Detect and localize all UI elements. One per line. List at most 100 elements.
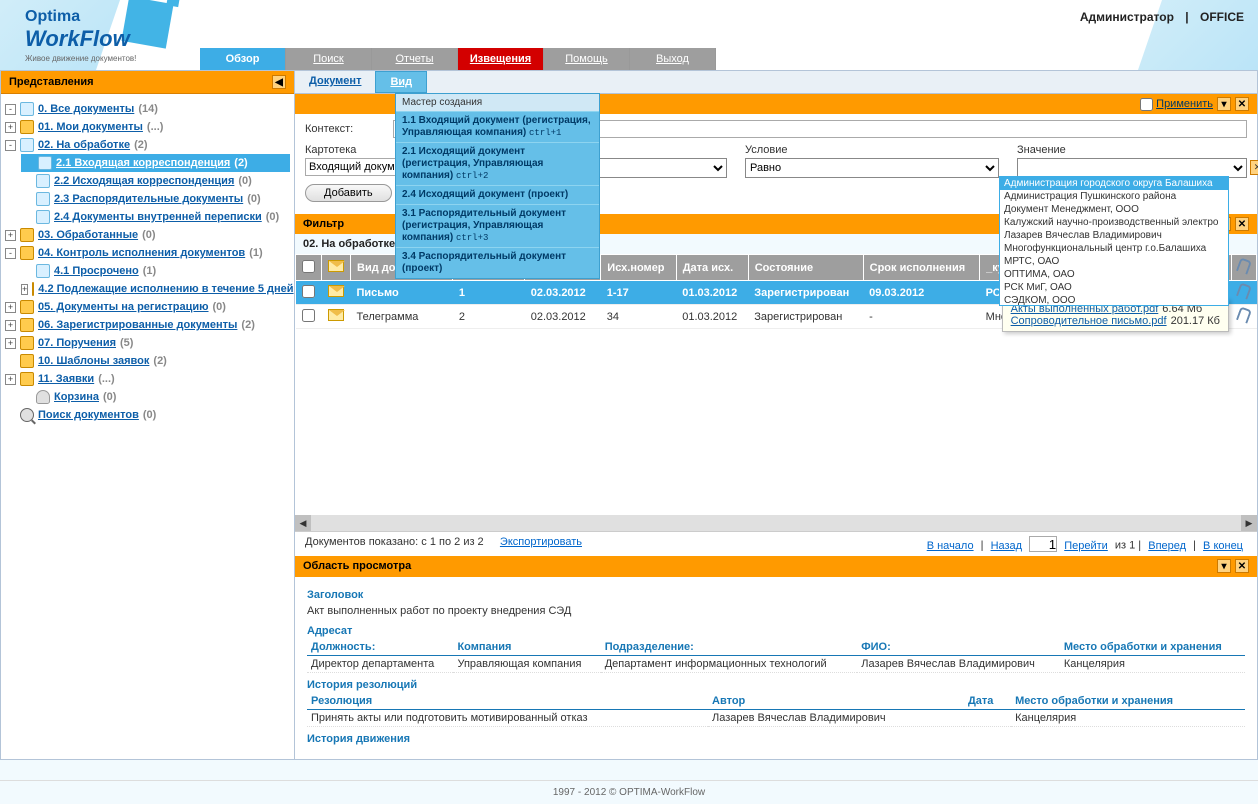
tree-item-label[interactable]: 4.1 Просрочено [54,265,139,277]
export-link[interactable]: Экспортировать [500,536,582,548]
tree-item-label[interactable]: 03. Обработанные [38,229,138,241]
grid-hscrollbar[interactable]: ◀ ▶ [295,515,1257,531]
tree-item-label[interactable]: 01. Мои документы [38,121,143,133]
tree-item-label[interactable]: Поиск документов [38,409,139,421]
tree-item-label[interactable]: 06. Зарегистрированные документы [38,319,237,331]
pager-end[interactable]: В конец [1203,540,1243,552]
grid-col-header[interactable]: Состояние [748,255,863,281]
nav-tab[interactable]: Обзор [200,48,286,70]
grid-col-header[interactable]: Дата исх. [676,255,748,281]
tree-item-label[interactable]: 0. Все документы [38,103,134,115]
apply-checkbox[interactable]: Применить [1140,98,1213,111]
tree-item[interactable]: +05. Документы на регистрацию (0) [5,298,290,316]
tree-expand-icon[interactable]: + [5,338,16,349]
value-option[interactable]: ОПТИМА, ОАО [1000,268,1228,281]
tree-item[interactable]: -02. На обработке (2) [5,136,290,154]
tree-item-label[interactable]: 04. Контроль исполнения документов [38,247,245,259]
value-option[interactable]: Документ Менеджмент, ООО [1000,203,1228,216]
value-option[interactable]: МРТС, ОАО [1000,255,1228,268]
grid-col-header[interactable]: Исх.номер [601,255,676,281]
grid-col-header[interactable] [296,255,322,281]
current-user[interactable]: Администратор [1080,10,1174,24]
tree-expand-icon[interactable]: - [5,104,16,115]
tree-item-label[interactable]: 07. Поручения [38,337,116,349]
dropdown-item[interactable]: 3.4 Распорядительный документ (проект) [396,247,599,278]
tree-item[interactable]: -04. Контроль исполнения документов (1) [5,244,290,262]
tree-item[interactable]: Поиск документов (0) [5,406,290,424]
value-option[interactable]: СЭДКОМ, ООО [1000,294,1228,306]
tree-item[interactable]: 2.3 Распорядительные документы (0) [21,190,290,208]
add-filter-button[interactable]: Добавить [305,184,392,202]
preview-close-icon[interactable]: ✕ [1235,559,1249,573]
nav-tab[interactable]: Поиск [286,48,372,70]
pager-back[interactable]: Назад [991,540,1023,552]
tree-expand-icon[interactable]: - [5,140,16,151]
nav-tab[interactable]: Отчеты [372,48,458,70]
tree-item-label[interactable]: 2.2 Исходящая корреспонденция [54,175,234,187]
tree-item-label[interactable]: 2.1 Входящая корреспонденция [56,157,230,169]
tree-item[interactable]: Корзина (0) [21,388,290,406]
tree-expand-icon[interactable]: + [5,122,16,133]
tree-expand-icon[interactable]: + [5,374,16,385]
tree-item[interactable]: 2.2 Исходящая корреспонденция (0) [21,172,290,190]
tree-expand-icon[interactable]: + [5,230,16,241]
tree-item[interactable]: +06. Зарегистрированные документы (2) [5,316,290,334]
pager-fwd[interactable]: Вперед [1148,540,1186,552]
tree-item-label[interactable]: 2.3 Распорядительные документы [54,193,243,205]
pager-go[interactable]: Перейти [1064,540,1108,552]
tree-item[interactable]: 2.1 Входящая корреспонденция (2) [21,154,290,172]
tree-item-label[interactable]: 02. На обработке [38,139,130,151]
grid-col-header[interactable] [322,255,351,281]
tree-item[interactable]: +4.2 Подлежащие исполнению в течение 5 д… [21,280,290,298]
dropdown-item[interactable]: 2.1 Исходящий документ (регистрация, Упр… [396,142,599,185]
nav-tab[interactable]: Выход [630,48,716,70]
paperclip-icon[interactable] [1235,282,1251,299]
office-label[interactable]: OFFICE [1200,10,1244,24]
tree-item-label[interactable]: 4.2 Подлежащие исполнению в течение 5 дн… [38,283,293,295]
pager-page-input[interactable] [1029,536,1057,552]
conditions-close-icon[interactable]: ✕ [1235,97,1249,111]
preview-collapse-icon[interactable]: ▾ [1217,559,1231,573]
scroll-right-icon[interactable]: ▶ [1241,515,1257,531]
grid-col-header[interactable]: Срок исполнения [863,255,980,281]
tree-item-label[interactable]: 10. Шаблоны заявок [38,355,149,367]
tree-item[interactable]: 10. Шаблоны заявок (2) [5,352,290,370]
tree-expand-icon[interactable]: + [5,302,16,313]
tree-item-label[interactable]: 05. Документы на регистрацию [38,301,209,313]
menu-view[interactable]: Вид [375,71,427,93]
condition-select[interactable]: Равно [745,158,999,178]
conditions-collapse-icon[interactable]: ▾ [1217,97,1231,111]
tree-item-label[interactable]: 11. Заявки [38,373,94,385]
tree-item[interactable]: +03. Обработанные (0) [5,226,290,244]
dropdown-item[interactable]: 3.1 Распорядительный документ (регистрац… [396,204,599,247]
value-option[interactable]: РСК МиГ, ОАО [1000,281,1228,294]
value-option[interactable]: Многофункциональный центр г.о.Балашиха [1000,242,1228,255]
value-select[interactable] [1017,158,1247,178]
tree-expand-icon[interactable]: + [21,284,28,295]
attachment-link[interactable]: Сопроводительное письмо.pdf [1011,315,1167,327]
tree-item-label[interactable]: Корзина [54,391,99,403]
filter-close-icon[interactable]: ✕ [1235,217,1249,231]
tree-item[interactable]: +11. Заявки (...) [5,370,290,388]
dropdown-item[interactable]: 2.4 Исходящий документ (проект) [396,185,599,204]
dropdown-item[interactable]: 1.1 Входящий документ (регистрация, Упра… [396,111,599,142]
tree-item[interactable]: +01. Мои документы (...) [5,118,290,136]
nav-tab[interactable]: Помощь [544,48,630,70]
tree-item[interactable]: +07. Поручения (5) [5,334,290,352]
tree-item[interactable]: 2.4 Документы внутренней переписки (0) [21,208,290,226]
tree-item[interactable]: -0. Все документы (14) [5,100,290,118]
scroll-left-icon[interactable]: ◀ [295,515,311,531]
paperclip-icon[interactable] [1235,306,1251,323]
value-option[interactable]: Администрация городского округа Балашиха [1000,177,1228,190]
menu-document[interactable]: Документ [295,71,375,93]
tree-item[interactable]: 4.1 Просрочено (1) [21,262,290,280]
sidebar-collapse-icon[interactable]: ◀ [272,75,286,89]
value-option[interactable]: Калужский научно-производственный электр… [1000,216,1228,229]
value-option[interactable]: Лазарев Вячеслав Владимирович [1000,229,1228,242]
tree-item-label[interactable]: 2.4 Документы внутренней переписки [54,211,262,223]
tree-expand-icon[interactable]: + [5,320,16,331]
grid-col-header[interactable] [1232,255,1257,281]
value-clear-icon[interactable]: ✕ [1250,160,1258,175]
pager-begin[interactable]: В начало [927,540,974,552]
nav-tab[interactable]: Извещения [458,48,544,70]
